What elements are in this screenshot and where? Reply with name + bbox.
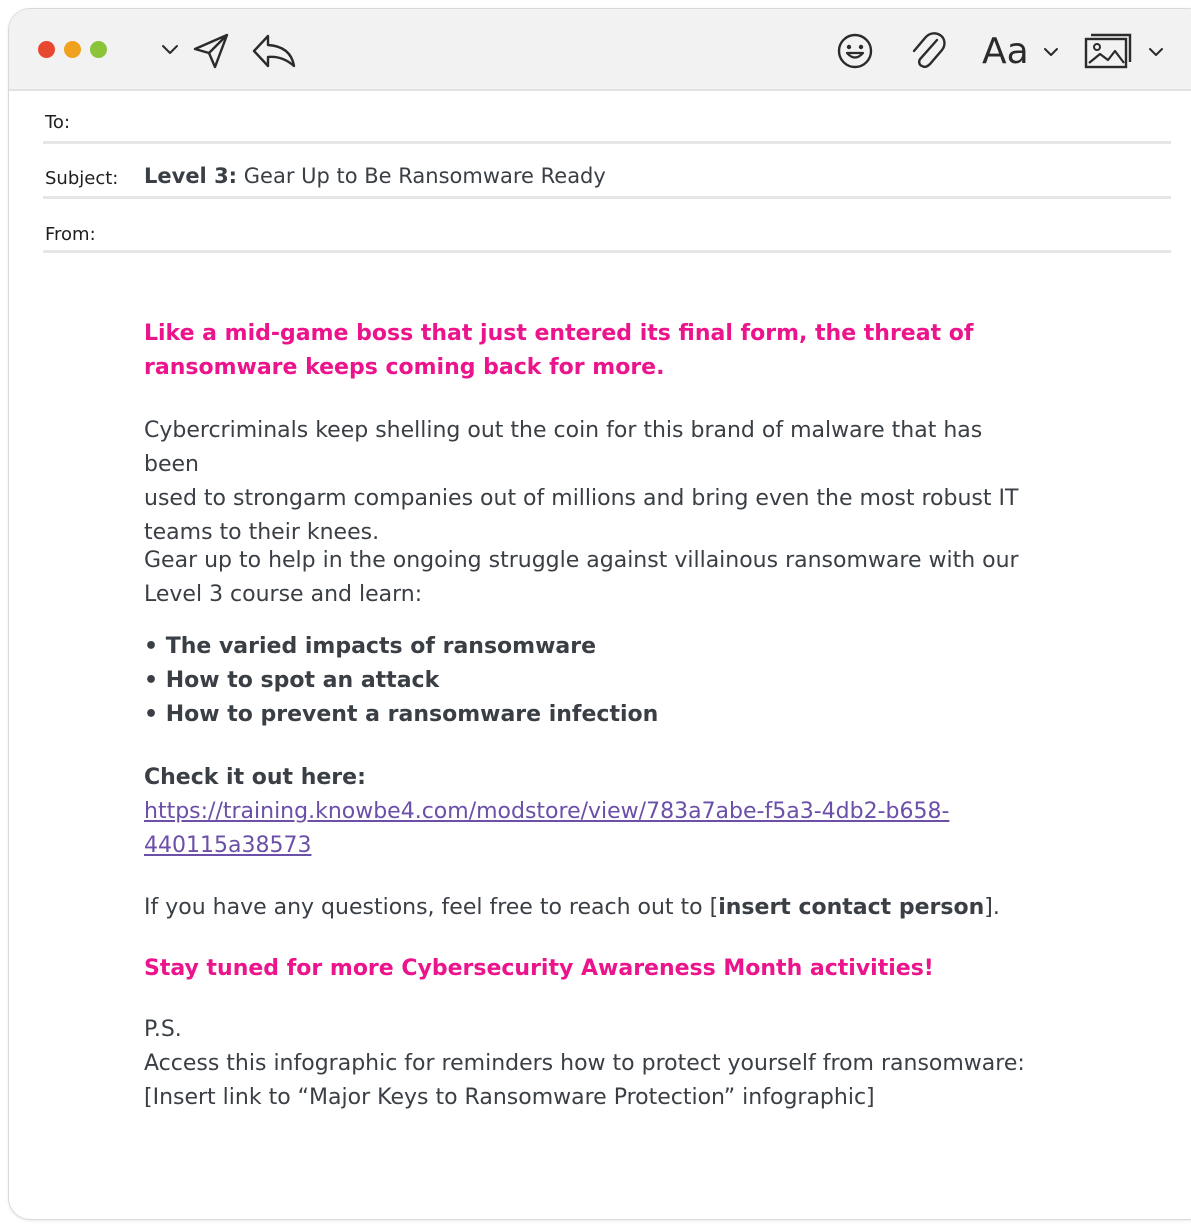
from-field-divider <box>43 249 1171 253</box>
training-link-cont[interactable]: 440115a38573 <box>144 829 1044 863</box>
cta-label: Check it out here: <box>144 765 366 790</box>
questions-line: If you have any questions, feel free to … <box>144 895 1000 920</box>
subject-prefix: Level 3: <box>144 164 238 188</box>
paragraph-2: Gear up to help in the ongoing struggle … <box>144 548 1019 607</box>
chevron-down-icon[interactable] <box>159 39 181 61</box>
list-item: • How to prevent a ransomware infection <box>144 702 659 727</box>
stay-tuned-line: Stay tuned for more Cybersecurity Awaren… <box>144 956 934 981</box>
contact-placeholder: insert contact person <box>718 895 985 920</box>
email-compose-window: Aa To: Subject: Level 3: Gear Up to Be R… <box>8 8 1191 1220</box>
intro-heading: Like a mid-game boss that just entered i… <box>144 321 974 380</box>
toolbar: Aa <box>9 9 1191 91</box>
subject-field-divider <box>43 195 1171 199</box>
paperclip-icon[interactable] <box>905 27 949 73</box>
subject-text: Gear Up to Be Ransomware Ready <box>237 164 606 188</box>
ps-label: P.S. <box>144 1017 182 1042</box>
training-link[interactable]: https://training.knowbe4.com/modstore/vi… <box>144 795 1044 829</box>
to-field-divider <box>43 140 1171 144</box>
maximize-window-button[interactable] <box>90 41 107 58</box>
minimize-window-button[interactable] <box>64 41 81 58</box>
close-window-button[interactable] <box>38 41 55 58</box>
bullet-list: • The varied impacts of ransomware • How… <box>144 630 1044 732</box>
ps-block: P.S. Access this infographic for reminde… <box>144 1013 1044 1115</box>
subject-label: Subject: <box>45 168 119 189</box>
chevron-down-icon[interactable] <box>1041 43 1061 61</box>
list-item: • How to spot an attack <box>144 668 440 693</box>
subject-field[interactable]: Level 3: Gear Up to Be Ransomware Ready <box>144 164 606 188</box>
to-label: To: <box>45 112 71 133</box>
emoji-icon[interactable] <box>835 31 875 71</box>
ps-text: Access this infographic for reminders ho… <box>144 1051 1025 1076</box>
send-icon[interactable] <box>189 29 233 73</box>
infographic-link-placeholder: [Insert link to “Major Keys to Ransomwar… <box>144 1085 875 1110</box>
cta-block: Check it out here: https://training.know… <box>144 761 1044 863</box>
list-item: • The varied impacts of ransomware <box>144 634 597 659</box>
format-text-icon[interactable]: Aa <box>982 29 1029 73</box>
image-icon[interactable] <box>1082 31 1134 71</box>
chevron-down-icon[interactable] <box>1146 43 1166 61</box>
from-label: From: <box>45 224 96 245</box>
reply-icon[interactable] <box>249 31 299 71</box>
paragraph-1: Cybercriminals keep shelling out the coi… <box>144 418 1019 545</box>
